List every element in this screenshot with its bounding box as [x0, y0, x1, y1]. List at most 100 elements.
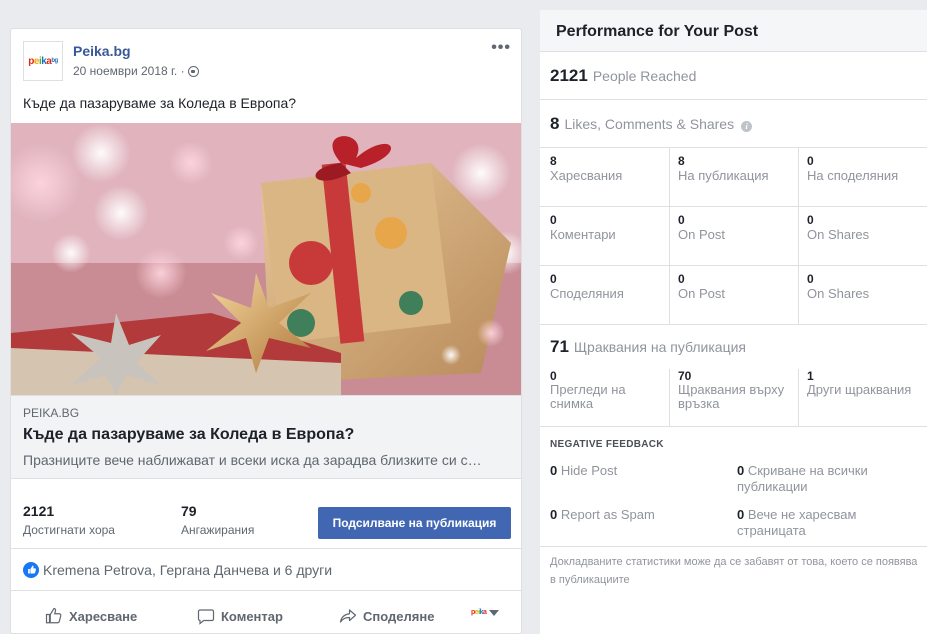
link-domain: PEIKA.BG [23, 406, 80, 420]
stat-label: Скриване на всички публикации [737, 463, 868, 494]
link-preview[interactable]: PEIKA.BG Къде да пазаруваме за Коледа в … [11, 395, 521, 479]
grid-cell: 1 Други щраквания [798, 369, 927, 426]
post-clicks-value: 71 [550, 337, 569, 356]
page-name-link[interactable]: Peika.bg [73, 43, 131, 59]
more-options-icon[interactable]: ••• [491, 39, 511, 57]
cell-label: На публикация [678, 168, 769, 183]
post-as-selector[interactable]: peika [471, 609, 500, 616]
report-spam-stat: 0 Report as Spam [550, 507, 720, 523]
stat-value: 0 [550, 463, 558, 478]
grid-cell: 0 On Shares [798, 207, 927, 265]
cell-value: 8 [678, 154, 685, 168]
performance-title: Performance for Your Post [540, 10, 927, 52]
cell-label: On Post [678, 227, 725, 242]
post-card: p e i k a bg Peika.bg 20 ноември 2018 г. · ••… [10, 28, 522, 634]
engagement-total-value: 8 [550, 114, 560, 133]
like-button[interactable]: Харесване [45, 607, 137, 625]
stat-value: 0 [550, 507, 558, 522]
link-title[interactable]: Къде да пазаруваме за Коледа в Европа? [23, 426, 511, 444]
cell-value: 0 [807, 213, 814, 227]
cell-label: На споделяния [807, 168, 899, 183]
people-reached-row: 2121 People Reached [540, 52, 927, 100]
cell-label: Коментари [550, 227, 616, 242]
performance-panel: Performance for Your Post 2121 People Re… [540, 10, 927, 634]
engagement-total-label: Likes, Comments & Shares [564, 116, 735, 132]
share-arrow-icon [339, 609, 357, 623]
engagement-stat[interactable]: 79 Ангажирания [181, 503, 254, 537]
reached-value: 2121 [23, 503, 55, 519]
negative-feedback-title: NEGATIVE FEEDBACK [550, 439, 664, 450]
logo-suffix: bg [51, 58, 58, 64]
people-reached-value: 2121 [550, 66, 588, 85]
post-image[interactable] [11, 123, 521, 395]
reactions-row[interactable]: Kremena Petrova, Гергана Данчева и 6 дру… [11, 549, 521, 591]
actions-row: Харесване Коментар Споделяне peika [11, 595, 521, 633]
unlike-page-stat: 0 Вече не харесвам страницата [737, 507, 917, 539]
cell-value: 8 [550, 154, 557, 168]
grid-cell: 0 Споделяния [540, 266, 669, 324]
cell-value: 1 [807, 369, 814, 383]
logo-letter: a [483, 609, 487, 616]
grid-cell: 0 Прегледи на снимка [540, 369, 669, 426]
grid-cell: 0 On Post [669, 207, 798, 265]
post-text: Къде да пазаруваме за Коледа в Европа? [23, 95, 297, 111]
grid-cell: 0 On Shares [798, 266, 927, 324]
info-icon[interactable]: i [741, 121, 753, 132]
hide-all-stat: 0 Скриване на всички публикации [737, 463, 917, 495]
grid-cell: 0 На споделяния [798, 148, 927, 206]
cell-label: On Shares [807, 227, 870, 242]
cell-value: 70 [678, 369, 692, 383]
grid-cell: 8 Харесвания [540, 148, 669, 206]
cell-value: 0 [807, 272, 814, 286]
reached-stat[interactable]: 2121 Достигнати хора [23, 503, 115, 537]
stat-label: Вече не харесвам страницата [737, 507, 857, 538]
cell-label: On Post [678, 286, 725, 301]
share-label: Споделяне [363, 608, 435, 624]
cell-label: On Shares [807, 286, 870, 301]
stat-label: Hide Post [560, 463, 618, 478]
christmas-gifts-image [11, 123, 521, 395]
cell-value: 0 [678, 272, 685, 286]
reactions-text[interactable]: Kremena Petrova, Гергана Данчева и 6 дру… [43, 562, 332, 578]
cell-label: Споделяния [550, 286, 624, 301]
cell-label: Щраквания върху връзка [678, 382, 785, 411]
hide-post-stat: 0 Hide Post [550, 463, 720, 479]
page-mini-logo: peika [471, 609, 487, 616]
comment-icon [197, 609, 215, 625]
post-header: p e i k a bg Peika.bg 20 ноември 2018 г. · ••… [11, 29, 521, 91]
stat-value: 0 [737, 463, 745, 478]
cell-label: Харесвания [550, 168, 623, 183]
comment-label: Коментар [221, 608, 283, 624]
boost-post-button[interactable]: Подсилване на публикация [318, 507, 511, 539]
grid-cell: 0 On Post [669, 266, 798, 324]
cell-value: 0 [550, 213, 557, 227]
comments-grid-row: 0 Коментари 0 On Post 0 On Shares [540, 207, 927, 266]
chevron-down-icon [489, 609, 500, 616]
post-clicks-row: 71 Щраквания на публикация [540, 325, 927, 369]
thumbs-up-icon [45, 607, 62, 624]
like-label: Харесване [69, 608, 138, 624]
reached-label: Достигнати хора [23, 523, 115, 537]
post-clicks-label: Щраквания на публикация [573, 339, 746, 355]
page-logo[interactable]: p e i k a bg [23, 41, 63, 81]
insights-bar: 2121 Достигнати хора 79 Ангажирания Подс… [11, 491, 521, 549]
grid-cell: 8 На публикация [669, 148, 798, 206]
stat-label: Report as Spam [560, 507, 655, 522]
likes-grid-row: 8 Харесвания 8 На публикация 0 На споделяни… [540, 148, 927, 207]
shares-grid-row: 0 Споделяния 0 On Post 0 On Shares [540, 266, 927, 325]
post-meta: 20 ноември 2018 г. · [73, 64, 199, 78]
share-button[interactable]: Споделяне [339, 607, 434, 625]
like-reaction-icon [23, 561, 39, 578]
link-description: Празниците вече наближават и всеки иска … [23, 452, 482, 468]
people-reached-label: People Reached [592, 68, 697, 84]
engagement-row: 8 Likes, Comments & Shares i [540, 100, 927, 148]
comment-button[interactable]: Коментар [197, 607, 283, 625]
engagement-value: 79 [181, 503, 197, 519]
cell-label: Прегледи на снимка [550, 382, 626, 411]
stat-value: 0 [737, 507, 745, 522]
cell-value: 0 [678, 213, 685, 227]
globe-icon[interactable] [187, 65, 199, 77]
cell-value: 0 [807, 154, 814, 168]
engagement-label: Ангажирания [181, 523, 255, 537]
post-date[interactable]: 20 ноември 2018 г. · [73, 64, 185, 78]
